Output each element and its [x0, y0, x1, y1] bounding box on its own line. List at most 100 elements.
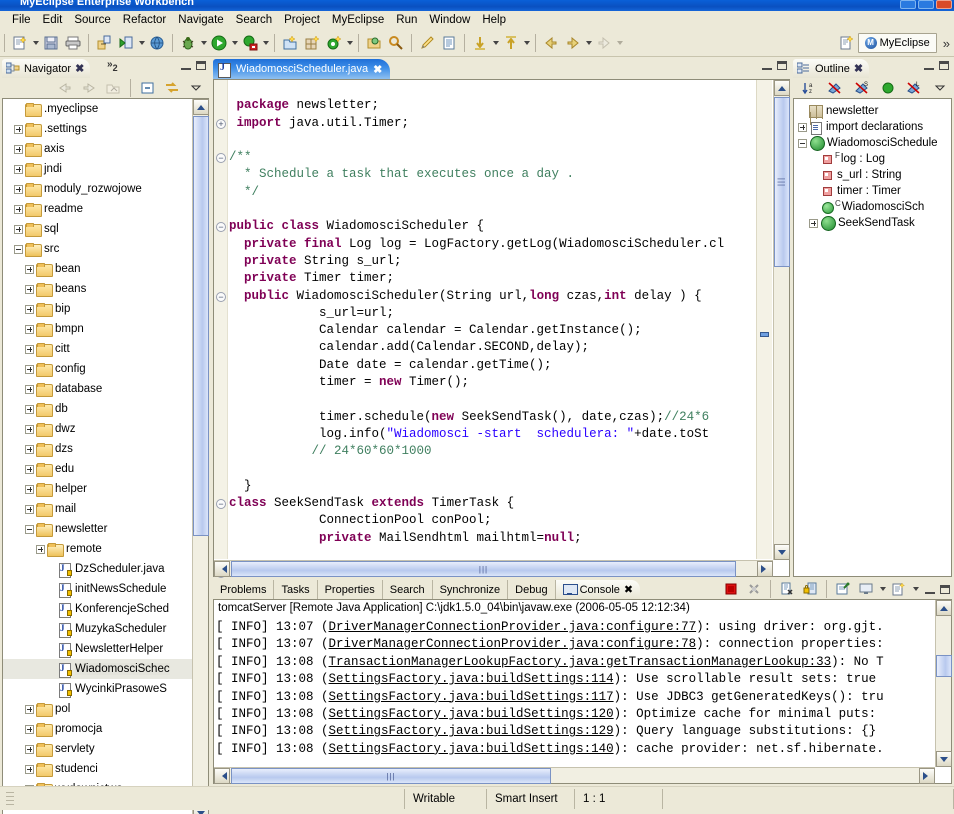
tree-item[interactable]: sql [3, 219, 193, 239]
toolbar-overflow-chevron-icon[interactable]: » [943, 36, 950, 51]
expand-icon[interactable] [25, 384, 34, 394]
menu-run[interactable]: Run [390, 13, 423, 27]
hide-static-icon[interactable]: S [853, 78, 871, 98]
tree-item[interactable]: src [3, 239, 193, 259]
pencil-edit-icon[interactable] [417, 33, 437, 53]
display-selected-console-icon[interactable] [856, 579, 876, 599]
tree-item[interactable]: readme [3, 199, 193, 219]
tree-item[interactable]: edu [3, 459, 193, 479]
tree-item[interactable]: database [3, 379, 193, 399]
link-with-editor-icon[interactable] [162, 78, 182, 98]
collapse-all-icon[interactable] [138, 78, 158, 98]
navigator-tree[interactable]: .myeclipse .settings axis jndi moduly_rozwoj… [3, 99, 193, 802]
scroll-down-icon[interactable] [774, 544, 790, 560]
outline-item[interactable]: SeekSendTask [794, 215, 951, 231]
open-browser-icon[interactable] [147, 33, 167, 53]
editor-code-text[interactable]: package newsletter; import java.util.Tim… [229, 80, 756, 559]
tab-wiadomoscischeduler-java[interactable]: WiadomosciScheduler.java ✖ [213, 59, 391, 79]
save-icon[interactable] [41, 33, 61, 53]
new-perspective-icon[interactable] [837, 33, 857, 53]
console-horizontal-scrollbar[interactable]: ||| [214, 767, 935, 784]
clear-console-icon[interactable] [777, 579, 797, 599]
new-wizard-icon[interactable] [10, 33, 30, 53]
menu-help[interactable]: Help [476, 13, 512, 27]
expand-icon[interactable] [14, 204, 23, 214]
tree-item[interactable]: DzScheduler.java [3, 559, 193, 579]
menu-edit[interactable]: Edit [37, 13, 69, 27]
new-class-icon[interactable] [324, 33, 344, 53]
scroll-down-icon[interactable] [936, 751, 952, 767]
outline-item[interactable]: s_url : String [794, 167, 951, 183]
tree-item[interactable]: helper [3, 479, 193, 499]
tab-navigator[interactable]: Navigator ✖ [2, 59, 91, 78]
expand-icon[interactable] [14, 124, 23, 134]
console-stack-link[interactable]: SettingsFactory.java:buildSettings:117 [329, 690, 614, 704]
editor-overview-ruler[interactable] [756, 80, 772, 559]
menu-window[interactable]: Window [423, 13, 476, 27]
scroll-up-icon[interactable] [774, 80, 790, 96]
expand-icon[interactable] [14, 164, 23, 174]
tree-item[interactable]: .settings [3, 119, 193, 139]
tab-console[interactable]: Console ✖ [555, 580, 641, 599]
expand-icon[interactable] [25, 484, 34, 494]
expand-icon[interactable] [25, 344, 34, 354]
scrollbar-thumb[interactable]: ||| [231, 768, 551, 784]
tree-item[interactable]: moduly_rozwojowe [3, 179, 193, 199]
scroll-right-icon[interactable] [919, 768, 935, 784]
outline-item[interactable]: newsletter [794, 103, 951, 119]
maximize-view-icon[interactable] [196, 61, 206, 70]
editor-horizontal-scrollbar[interactable]: ||| [214, 560, 773, 577]
open-console-dropdown-icon[interactable] [911, 579, 920, 599]
tree-item[interactable]: bmpn [3, 319, 193, 339]
tree-item[interactable]: remote [3, 539, 193, 559]
menu-file[interactable]: File [6, 13, 37, 27]
console-stack-link[interactable]: SettingsFactory.java:buildSettings:129 [329, 724, 614, 738]
new-class-dropdown-icon[interactable] [345, 33, 354, 53]
tab-problems[interactable]: Problems [213, 580, 275, 599]
run-server-dropdown-icon[interactable] [137, 33, 146, 53]
view-menu-icon[interactable] [186, 78, 206, 98]
tree-item[interactable]: promocja [3, 719, 193, 739]
tab-search[interactable]: Search [382, 580, 433, 599]
debug-dropdown-icon[interactable] [199, 33, 208, 53]
forward-history-dropdown-icon[interactable] [584, 33, 593, 53]
minimize-view-icon[interactable] [925, 585, 935, 594]
expand-icon[interactable] [25, 404, 34, 414]
scrollbar-thumb[interactable]: ||| [774, 97, 790, 267]
scrollbar-thumb[interactable]: ||| [231, 561, 736, 577]
scroll-right-icon[interactable] [757, 561, 773, 577]
display-console-dropdown-icon[interactable] [878, 579, 887, 599]
minimize-view-icon[interactable] [924, 61, 934, 70]
editor-vertical-scrollbar[interactable]: ||| [773, 80, 790, 560]
console-stack-link[interactable]: SettingsFactory.java:buildSettings:120 [329, 707, 614, 721]
scrollbar-thumb[interactable] [193, 116, 209, 536]
next-annotation-dropdown-icon[interactable] [491, 33, 500, 53]
external-tools-dropdown-icon[interactable] [261, 33, 270, 53]
tree-item[interactable]: NewsletterHelper [3, 639, 193, 659]
previous-annotation-icon[interactable] [501, 33, 521, 53]
back-icon[interactable] [55, 78, 75, 98]
navigator-overflow[interactable]: » 2 [107, 59, 118, 78]
terminate-icon[interactable] [721, 579, 741, 599]
expand-icon[interactable] [14, 224, 23, 234]
new-wizard-dropdown-icon[interactable] [31, 33, 40, 53]
expand-icon[interactable] [25, 724, 34, 734]
overview-marker[interactable] [760, 332, 769, 337]
task-list-icon[interactable] [439, 33, 459, 53]
expand-icon[interactable] [798, 122, 807, 132]
forward-icon[interactable] [79, 78, 99, 98]
tree-item[interactable]: bip [3, 299, 193, 319]
fold-collapse-icon[interactable]: − [216, 291, 226, 302]
console-stack-link[interactable]: SettingsFactory.java:buildSettings:140 [329, 742, 614, 756]
expand-icon[interactable] [25, 504, 34, 514]
tree-item[interactable]: beans [3, 279, 193, 299]
tree-item[interactable]: .myeclipse [3, 99, 193, 119]
close-button[interactable] [936, 0, 952, 9]
perspective-tab-myeclipse[interactable]: M MyEclipse [857, 33, 937, 53]
tree-item[interactable]: axis [3, 139, 193, 159]
expand-icon[interactable] [14, 144, 23, 154]
close-icon[interactable]: ✖ [75, 62, 84, 75]
outline-tree[interactable]: newsletter import declarations WiadomosciS… [794, 99, 951, 231]
collapse-icon[interactable] [25, 524, 34, 534]
scroll-up-icon[interactable] [936, 600, 952, 616]
